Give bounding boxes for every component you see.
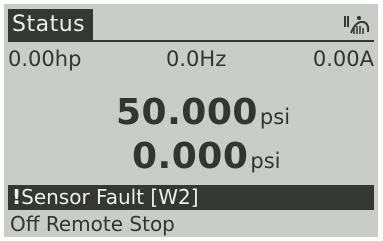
frequency-readout: 0.0Hz [166,47,227,71]
alarm-text: Sensor Fault [W2] [21,185,199,209]
status-header: Status [8,9,374,40]
secondary-pressure-readout: 0.000psi [132,136,280,177]
power-readout: 0.00hp [8,47,82,71]
alarm-bar: !Sensor Fault [W2] [8,185,374,210]
lcd-display: Status 0.00hp 0.0Hz 0.00A 50.000psi 0.00… [4,4,378,237]
secondary-pressure-unit: psi [250,149,281,173]
header-divider [8,40,374,42]
primary-pressure-value: 50.000 [116,92,258,133]
current-readout: 0.00A [312,47,374,71]
primary-pressure-unit: psi [259,105,291,129]
hand-auto-mode-icon [344,16,370,34]
status-title: Status [8,9,93,40]
primary-pressure-readout: 50.000psi [116,92,290,133]
warning-icon: ! [12,185,22,209]
secondary-pressure-value: 0.000 [132,136,249,177]
readouts-row: 0.00hp 0.0Hz 0.00A [8,44,374,74]
drive-state: Off Remote Stop [10,212,175,236]
